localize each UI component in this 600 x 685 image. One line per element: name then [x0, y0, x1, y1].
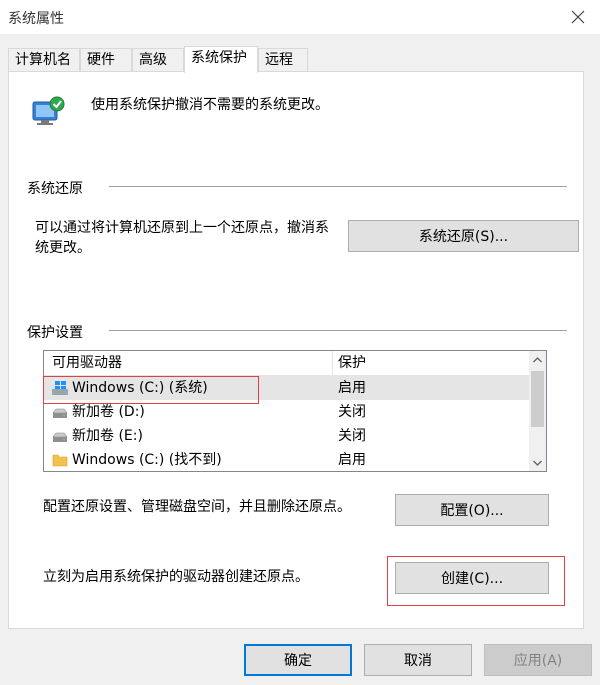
tab-computer-name[interactable]: 计算机名 [8, 48, 80, 72]
drive-protection-status: 关闭 [338, 428, 366, 444]
system-protection-panel: 使用系统保护撤消不需要的系统更改。 系统还原 可以通过将计算机还原到上一个还原点… [8, 71, 584, 629]
drive-protection-status: 启用 [338, 452, 366, 468]
column-divider[interactable] [332, 351, 333, 375]
drive-icon [52, 408, 68, 418]
list-header: 可用驱动器 保护 [44, 351, 530, 376]
system-restore-section-title: 系统还原 [27, 181, 83, 197]
drive-row-e[interactable]: 新加卷 (E:) 关闭 [44, 424, 530, 448]
drive-protection-status: 关闭 [338, 404, 366, 420]
system-restore-button[interactable]: 系统还原(S)... [348, 220, 579, 252]
cancel-button[interactable]: 取消 [364, 644, 472, 676]
drive-icon [52, 432, 68, 442]
drive-list-scrollbar[interactable] [529, 351, 546, 471]
scroll-up-button[interactable] [529, 351, 546, 368]
ok-button[interactable]: 确定 [244, 644, 352, 676]
apply-button[interactable]: 应用(A) [484, 644, 592, 676]
system-restore-description: 可以通过将计算机还原到上一个还原点，撤消系 统更改。 [35, 218, 355, 258]
tab-remote[interactable]: 远程 [258, 48, 308, 72]
tab-system-protection[interactable]: 系统保护 [184, 46, 258, 73]
tab-hardware[interactable]: 硬件 [80, 48, 132, 72]
system-protection-icon [31, 94, 67, 130]
system-restore-description-line2: 统更改。 [35, 240, 91, 256]
tab-advanced[interactable]: 高级 [132, 48, 184, 72]
annotation-highlight-create [387, 556, 565, 606]
window-title: 系统属性 [8, 11, 64, 27]
system-restore-description-line1: 可以通过将计算机还原到上一个还原点，撤消系 [35, 220, 329, 236]
scroll-down-button[interactable] [529, 454, 546, 471]
section-divider [109, 330, 567, 331]
drive-row-c-missing[interactable]: Windows (C:) (找不到) 启用 [44, 448, 530, 471]
annotation-highlight-drive [43, 376, 259, 404]
drive-name: 新加卷 (E:) [72, 428, 143, 444]
drive-protection-status: 启用 [338, 380, 366, 396]
configure-description: 配置还原设置、管理磁盘空间，并且删除还原点。 [43, 499, 351, 515]
intro-text: 使用系统保护撤消不需要的系统更改。 [91, 97, 329, 113]
column-header-drives[interactable]: 可用驱动器 [52, 351, 122, 375]
folder-icon [52, 454, 68, 467]
drive-list[interactable]: 可用驱动器 保护 Windows (C:) (系统) 启用 新加卷 (D:) 关… [43, 350, 547, 472]
close-button[interactable] [564, 4, 592, 30]
chevron-up-icon [533, 356, 542, 362]
close-icon [571, 10, 585, 24]
column-header-protection[interactable]: 保护 [338, 351, 366, 375]
create-description: 立刻为启用系统保护的驱动器创建还原点。 [43, 569, 309, 585]
section-divider [109, 186, 567, 187]
title-bar: 系统属性 [0, 0, 600, 34]
drive-name: Windows (C:) (找不到) [72, 452, 222, 468]
protection-settings-section-title: 保护设置 [27, 325, 83, 341]
configure-button[interactable]: 配置(O)... [395, 494, 549, 526]
scroll-thumb[interactable] [531, 371, 544, 427]
chevron-down-icon [533, 460, 542, 466]
